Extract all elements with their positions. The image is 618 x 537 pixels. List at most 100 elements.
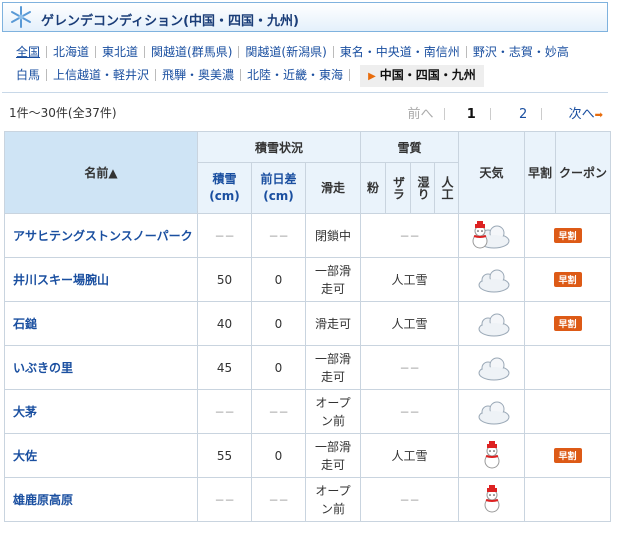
cell-slope: 一部滑 走可	[304, 257, 362, 302]
prev-link: 前へ	[407, 107, 434, 122]
region-current: ▶ 中国・四国・九州	[360, 65, 484, 87]
cell-early	[524, 389, 612, 434]
col-header-coupon: クーポン	[555, 131, 612, 214]
result-count: 1件～30件(全37件)	[9, 106, 117, 120]
cell-name: 井川スキー場腕山	[4, 257, 198, 302]
table-row: 石鎚 40 0 滑走可 人工雪 早割	[4, 301, 612, 346]
cell-name: 大佐	[4, 433, 198, 478]
region-link[interactable]: 白馬	[16, 68, 40, 82]
cell-depth: 50	[197, 257, 252, 302]
arrow-right-icon: ➡	[594, 110, 603, 121]
col-header-wet: 湿り	[410, 162, 436, 214]
next-link[interactable]: 次へ➡	[569, 107, 603, 122]
col-header-diff[interactable]: 前日差 (cm)	[251, 162, 306, 214]
divider	[489, 108, 491, 120]
cell-diff: 0	[251, 433, 306, 478]
cell-slope: オープ ン前	[304, 389, 362, 434]
cell-early	[524, 345, 612, 390]
resort-link[interactable]: 大茅	[13, 405, 37, 419]
table-row: いぶきの里 45 0 一部滑 走可 −−	[4, 345, 612, 390]
cell-weather	[458, 389, 526, 434]
region-current-label: 中国・四国・九州	[379, 68, 476, 82]
cell-depth: −−	[197, 389, 252, 434]
cell-weather	[458, 257, 526, 302]
early-badge[interactable]: 早割	[553, 448, 582, 463]
cloud-icon	[478, 269, 510, 292]
resort-link[interactable]: 大佐	[13, 449, 37, 463]
col-header-artificial: 人工	[434, 162, 460, 214]
region-link[interactable]: 上信越道・軽井沢	[53, 68, 149, 82]
region-link[interactable]: 東北道	[102, 45, 138, 59]
cell-quality: −−	[360, 213, 460, 258]
divider	[46, 69, 48, 81]
cell-weather	[458, 433, 526, 478]
cell-quality: −−	[360, 477, 460, 522]
resort-link[interactable]: いぶきの里	[13, 361, 73, 375]
snowman-cloud-icon	[472, 220, 510, 248]
region-link[interactable]: 北海道	[53, 45, 89, 59]
cell-early: 早割	[524, 213, 612, 258]
divider	[465, 46, 467, 58]
table-row: アサヒテングストンスノーパーク −− −− 閉鎖中 −− 早割	[4, 213, 612, 258]
cell-quality: 人工雪	[360, 433, 460, 478]
region-link[interactable]: 東名・中央道・南信州	[340, 45, 460, 59]
col-header-snow-status: 積雪状況	[196, 131, 362, 163]
table-row: 大佐 55 0 一部滑 走可 人工雪 早割	[4, 433, 612, 478]
divider	[443, 108, 445, 120]
cell-name: 雄鹿原高原	[4, 477, 198, 522]
cell-diff: 0	[251, 301, 306, 346]
cell-slope: オープ ン前	[304, 477, 362, 522]
cell-quality: −−	[360, 345, 460, 390]
col-header-early: 早割	[524, 131, 557, 214]
cloud-icon	[478, 357, 510, 380]
col-header-quality: 雪質	[360, 131, 460, 163]
region-link[interactable]: 関越道(新潟県)	[245, 45, 326, 59]
cloud-icon	[478, 401, 510, 424]
cell-early: 早割	[524, 257, 612, 302]
region-link[interactable]: 関越道(群馬県)	[151, 45, 232, 59]
snowflake-icon	[11, 6, 31, 28]
cell-diff: 0	[251, 257, 306, 302]
cell-slope: 閉鎖中	[304, 213, 362, 258]
cell-quality: −−	[360, 389, 460, 434]
snowman-icon	[484, 484, 500, 512]
cell-weather	[458, 477, 526, 522]
cell-slope: 一部滑 走可	[304, 345, 362, 390]
divider	[95, 46, 97, 58]
cell-slope: 滑走可	[304, 301, 362, 346]
region-link[interactable]: 飛騨・奥美濃	[162, 68, 234, 82]
region-link[interactable]: 全国	[16, 45, 40, 59]
cell-diff: −−	[251, 213, 306, 258]
cell-diff: −−	[251, 389, 306, 434]
cell-depth: 45	[197, 345, 252, 390]
resort-link[interactable]: アサヒテングストンスノーパーク	[13, 229, 193, 243]
cell-name: アサヒテングストンスノーパーク	[4, 213, 198, 258]
cell-depth: 40	[197, 301, 252, 346]
table-row: 雄鹿原高原 −− −− オープ ン前 −−	[4, 477, 612, 522]
divider	[332, 46, 334, 58]
col-header-slope: 滑走	[304, 162, 362, 214]
divider	[541, 108, 543, 120]
table-row: 大茅 −− −− オープ ン前 −−	[4, 389, 612, 434]
col-header-depth[interactable]: 積雪 (cm)	[197, 162, 252, 214]
pagination: 前へ 1 2 次へ➡	[408, 103, 603, 122]
col-header-name[interactable]: 名前▲	[4, 131, 198, 214]
table-row: 井川スキー場腕山 50 0 一部滑 走可 人工雪 早割	[4, 257, 612, 302]
conditions-table: 名前▲ 積雪状況 雪質 天気 早割 クーポン 積雪 (cm) 前日差 (cm) …	[4, 131, 612, 522]
resort-link[interactable]: 井川スキー場腕山	[13, 273, 109, 287]
resort-link[interactable]: 雄鹿原高原	[13, 493, 73, 507]
page-2-link[interactable]: 2	[519, 107, 527, 122]
cloud-icon	[478, 313, 510, 336]
cell-depth: 55	[197, 433, 252, 478]
region-link[interactable]: 北陸・近畿・東海	[247, 68, 343, 82]
col-header-powder: 粉	[360, 162, 387, 214]
early-badge[interactable]: 早割	[553, 228, 582, 243]
early-badge[interactable]: 早割	[553, 316, 582, 331]
resort-link[interactable]: 石鎚	[13, 317, 37, 331]
early-badge[interactable]: 早割	[553, 272, 582, 287]
cell-quality: 人工雪	[360, 301, 460, 346]
region-link[interactable]: 野沢・志賀・妙高	[473, 45, 569, 59]
region-nav-row-1: 全国 北海道 東北道 関越道(群馬県) 関越道(新潟県) 東名・中央道・南信州 野沢・志賀・…	[16, 42, 606, 65]
cell-weather	[458, 345, 526, 390]
divider	[155, 69, 157, 81]
